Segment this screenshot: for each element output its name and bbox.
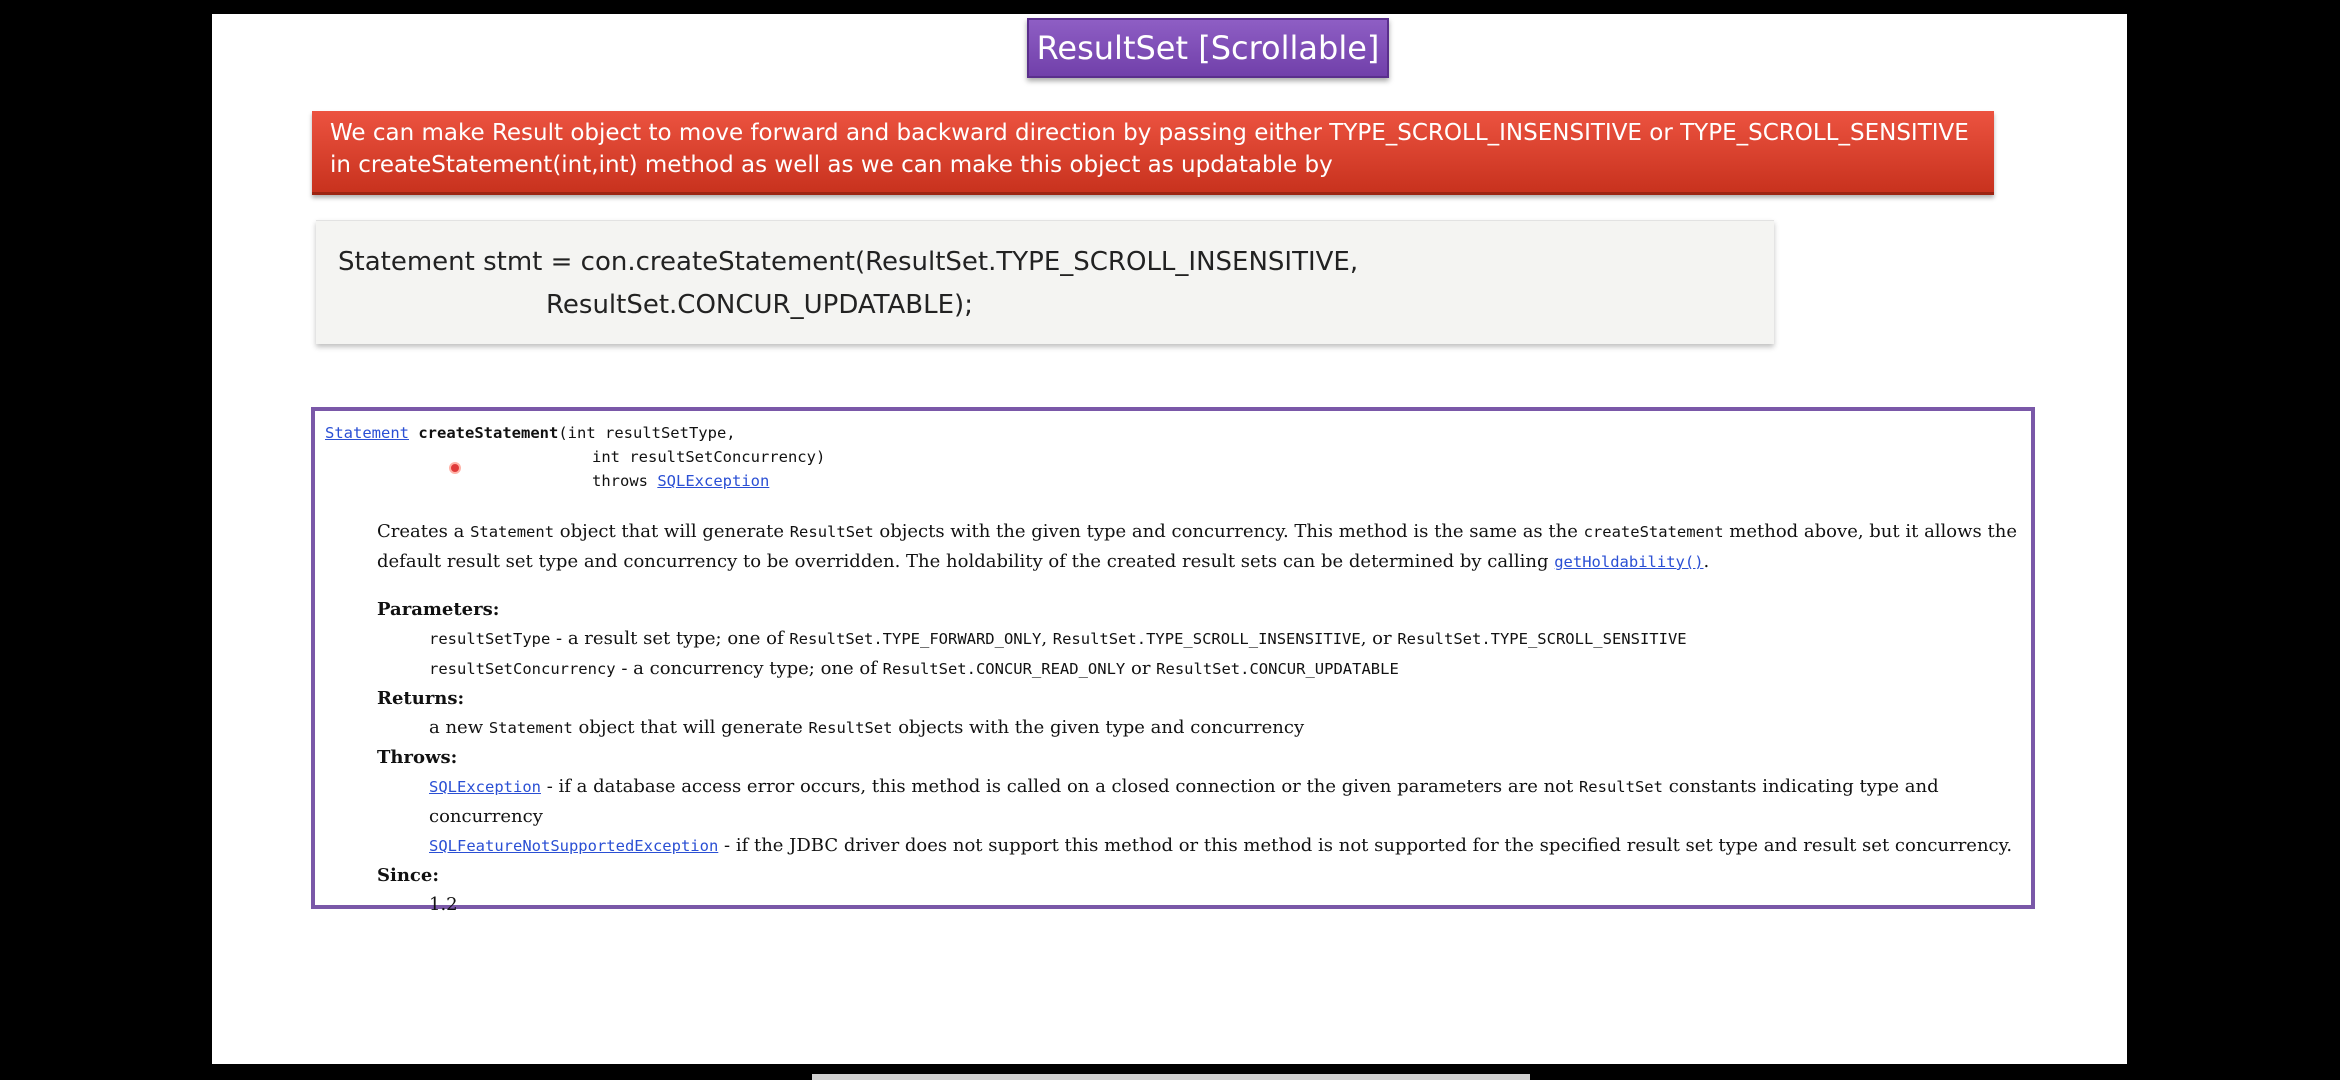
- throws-text: - if the JDBC driver does not support th…: [718, 835, 2013, 856]
- bottom-progress-bar: [812, 1074, 1530, 1080]
- returns-part: object that will generate: [572, 717, 809, 738]
- method-name: createStatement: [418, 424, 559, 442]
- parameters-section: Parameters: resultSetType - a result set…: [377, 595, 2021, 919]
- param-code: ResultSet.TYPE_SCROLL_INSENSITIVE: [1052, 630, 1361, 648]
- param-code: ResultSet.TYPE_SCROLL_SENSITIVE: [1397, 630, 1687, 648]
- returns-code: Statement: [488, 719, 573, 737]
- throws-code: ResultSet: [1578, 778, 1663, 796]
- slide-title: ResultSet [Scrollable]: [1027, 18, 1389, 78]
- statement-type-link[interactable]: Statement: [325, 424, 409, 442]
- throws-keyword: throws: [592, 472, 658, 490]
- slide: ResultSet [Scrollable] We can make Resul…: [212, 14, 2127, 1064]
- code-line-1: Statement stmt = con.createStatement(Res…: [338, 247, 1359, 277]
- code-snippet: Statement stmt = con.createStatement(Res…: [316, 220, 1774, 344]
- param-text: - a concurrency type; one of: [615, 658, 883, 679]
- param-code: ResultSet.CONCUR_UPDATABLE: [1156, 660, 1399, 678]
- param-name: resultSetType: [429, 630, 551, 648]
- since-heading: Since:: [377, 865, 439, 886]
- returns-part: objects with the given type and concurre…: [892, 717, 1305, 738]
- param-code: ResultSet.CONCUR_READ_ONLY: [882, 660, 1126, 678]
- javadoc-panel: Statement createStatement(int resultSetT…: [311, 407, 2035, 915]
- param-code: ResultSet.TYPE_FORWARD_ONLY: [789, 630, 1042, 648]
- param-text: ,: [1041, 628, 1053, 649]
- returns-part: a new: [429, 717, 489, 738]
- parameters-heading: Parameters:: [377, 599, 500, 620]
- param-resultsettype: resultSetType - a result set type; one o…: [377, 624, 2021, 654]
- banner-text: We can make Result object to move forwar…: [330, 120, 1969, 178]
- signature-param-1: (int resultSetType,: [558, 424, 736, 442]
- signature-param-2: int resultSetConcurrency): [592, 448, 826, 466]
- desc-code: createStatement: [1583, 523, 1724, 541]
- desc-text: objects with the given type and concurre…: [873, 521, 1584, 542]
- desc-text: Creates a: [377, 521, 471, 542]
- method-signature: Statement createStatement(int resultSetT…: [325, 421, 2021, 493]
- returns-heading: Returns:: [377, 688, 465, 709]
- param-text: or: [1125, 658, 1157, 679]
- code-line-2: ResultSet.CONCUR_UPDATABLE);: [546, 290, 973, 320]
- param-name: resultSetConcurrency: [429, 660, 616, 678]
- method-description: Creates a Statement object that will gen…: [377, 517, 2021, 577]
- throws-text: - if a database access error occurs, thi…: [540, 776, 1579, 797]
- sqlexception-signature-link[interactable]: SQLException: [657, 472, 769, 490]
- returns-text: a new Statement object that will generat…: [377, 713, 2021, 743]
- desc-code: ResultSet: [789, 523, 874, 541]
- param-resultsetconcurrency: resultSetConcurrency - a concurrency typ…: [377, 654, 2021, 684]
- slide-title-text: ResultSet [Scrollable]: [1036, 29, 1380, 67]
- desc-code: Statement: [470, 523, 555, 541]
- pointer-indicator-icon: [449, 462, 461, 474]
- param-text: - a result set type; one of: [550, 628, 790, 649]
- sqlfeaturenotsupported-link[interactable]: SQLFeatureNotSupportedException: [429, 837, 718, 855]
- throws-heading: Throws:: [377, 747, 458, 768]
- throws-sqlexception: SQLException - if a database access erro…: [377, 772, 2021, 831]
- desc-text: object that will generate: [554, 521, 790, 542]
- getholdability-link[interactable]: getHoldability(): [1554, 553, 1703, 571]
- description-banner: We can make Result object to move forwar…: [312, 111, 1994, 195]
- sqlexception-link[interactable]: SQLException: [429, 778, 541, 796]
- throws-featurenotsupported: SQLFeatureNotSupportedException - if the…: [377, 831, 2021, 861]
- desc-text: .: [1703, 551, 1710, 572]
- returns-code: ResultSet: [808, 719, 893, 737]
- since-value: 1.2: [429, 894, 458, 915]
- param-text: , or: [1360, 628, 1398, 649]
